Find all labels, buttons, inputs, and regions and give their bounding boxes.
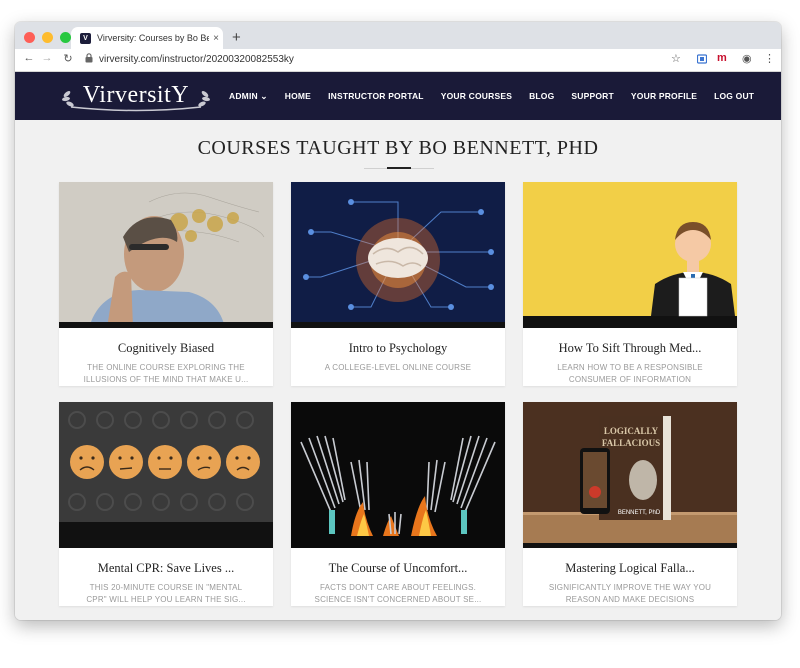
extension-icon[interactable] (697, 54, 707, 64)
page-title: COURSES TAUGHT BY BO BENNETT, PHD (197, 137, 599, 159)
tab-close-icon[interactable]: × (209, 33, 223, 44)
nav-home[interactable]: HOME (285, 91, 311, 101)
course-image-sift-through-media[interactable] (523, 182, 737, 328)
course-image-logical-fallacies[interactable]: LOGICALLY FALLACIOUS BENNETT, PhD (523, 402, 737, 548)
book-title-line2: FALLACIOUS (602, 438, 660, 448)
heading-divider-accent (387, 167, 411, 169)
course-title[interactable]: Cognitively Biased (63, 341, 269, 356)
course-image-intro-to-psychology[interactable] (291, 182, 505, 328)
course-description: THE ONLINE COURSE EXPLORING THE ILLUSION… (83, 363, 249, 384)
nav-your-profile[interactable]: YOUR PROFILE (631, 91, 697, 101)
course-card[interactable]: Mental CPR: Save Lives ... THIS 20-MINUT… (59, 402, 273, 606)
nav-blog[interactable]: BLOG (529, 91, 554, 101)
tab-strip: V Virversity: Courses by Bo Bennett... ×… (15, 22, 781, 49)
course-title[interactable]: Mental CPR: Save Lives ... (63, 561, 269, 576)
course-title[interactable]: Intro to Psychology (295, 341, 501, 356)
course-card[interactable]: LOGICALLY FALLACIOUS BENNETT, PhD Master… (523, 402, 737, 606)
lock-icon (85, 53, 93, 63)
menu-icon[interactable]: ⋮ (764, 52, 775, 65)
browser-window: V Virversity: Courses by Bo Bennett... ×… (15, 22, 781, 620)
book-author: BENNETT, PhD (618, 510, 661, 516)
m-extension-icon[interactable]: m (717, 52, 727, 64)
close-window-button[interactable] (24, 32, 35, 43)
main-content: COURSES TAUGHT BY BO BENNETT, PHD Cognit… (15, 120, 781, 620)
course-title[interactable]: How To Sift Through Med... (527, 341, 733, 356)
reload-icon[interactable]: ↻ (60, 52, 76, 65)
main-nav: ADMIN ⌄ HOME INSTRUCTOR PORTAL YOUR COUR… (229, 72, 754, 120)
logo-text: VirversitY (82, 82, 190, 108)
course-image-uncomfortable[interactable] (291, 402, 505, 548)
nav-instructor-portal[interactable]: INSTRUCTOR PORTAL (328, 91, 424, 101)
course-description: SIGNIFICANTLY IMPROVE THE WAY YOU REASON… (548, 583, 712, 604)
account-icon[interactable]: ◉ (742, 52, 752, 65)
minimize-window-button[interactable] (42, 32, 53, 43)
maximize-window-button[interactable] (60, 32, 71, 43)
new-tab-button[interactable]: + (232, 29, 241, 46)
course-image-cognitively-biased[interactable] (59, 182, 273, 328)
browser-toolbar: ← → ↻ virversity.com/instructor/20200320… (15, 49, 781, 72)
site-logo[interactable]: VirversitY (61, 80, 211, 112)
course-description: THIS 20-MINUTE COURSE IN "MENTAL CPR" WI… (86, 583, 246, 604)
course-description: A COLLEGE-LEVEL ONLINE COURSE (324, 363, 472, 372)
course-image-mental-cpr[interactable] (59, 402, 273, 548)
course-description: FACTS DON'T CARE ABOUT FEELINGS. SCIENCE… (314, 583, 482, 604)
nav-your-courses[interactable]: YOUR COURSES (441, 91, 512, 101)
forward-arrow-icon[interactable]: → (39, 52, 55, 64)
nav-support[interactable]: SUPPORT (571, 91, 614, 101)
course-card[interactable]: How To Sift Through Med... LEARN HOW TO … (523, 182, 737, 386)
course-description: LEARN HOW TO BE A RESPONSIBLE CONSUMER O… (557, 363, 703, 384)
book-title-line1: LOGICALLY (604, 426, 659, 436)
site-header: VirversitY ADMIN ⌄ HOME INSTRUCTOR PORTA… (15, 72, 781, 120)
browser-tab[interactable]: V Virversity: Courses by Bo Bennett... × (71, 27, 223, 49)
window-controls (24, 32, 71, 43)
bookmark-star-icon[interactable]: ☆ (671, 52, 681, 65)
course-card[interactable]: Cognitively Biased THE ONLINE COURSE EXP… (59, 182, 273, 386)
course-card[interactable]: The Course of Uncomfort... FACTS DON'T C… (291, 402, 505, 606)
tab-title: Virversity: Courses by Bo Bennett... (97, 33, 209, 43)
nav-admin[interactable]: ADMIN ⌄ (229, 91, 268, 102)
address-bar[interactable]: virversity.com/instructor/20200320082553… (99, 54, 294, 65)
course-card[interactable]: Intro to Psychology A COLLEGE-LEVEL ONLI… (291, 182, 505, 386)
site-favicon-icon: V (80, 32, 91, 44)
nav-log-out[interactable]: LOG OUT (714, 91, 754, 101)
course-title[interactable]: The Course of Uncomfort... (295, 561, 501, 576)
course-title[interactable]: Mastering Logical Falla... (527, 561, 733, 576)
back-arrow-icon[interactable]: ← (21, 52, 37, 64)
